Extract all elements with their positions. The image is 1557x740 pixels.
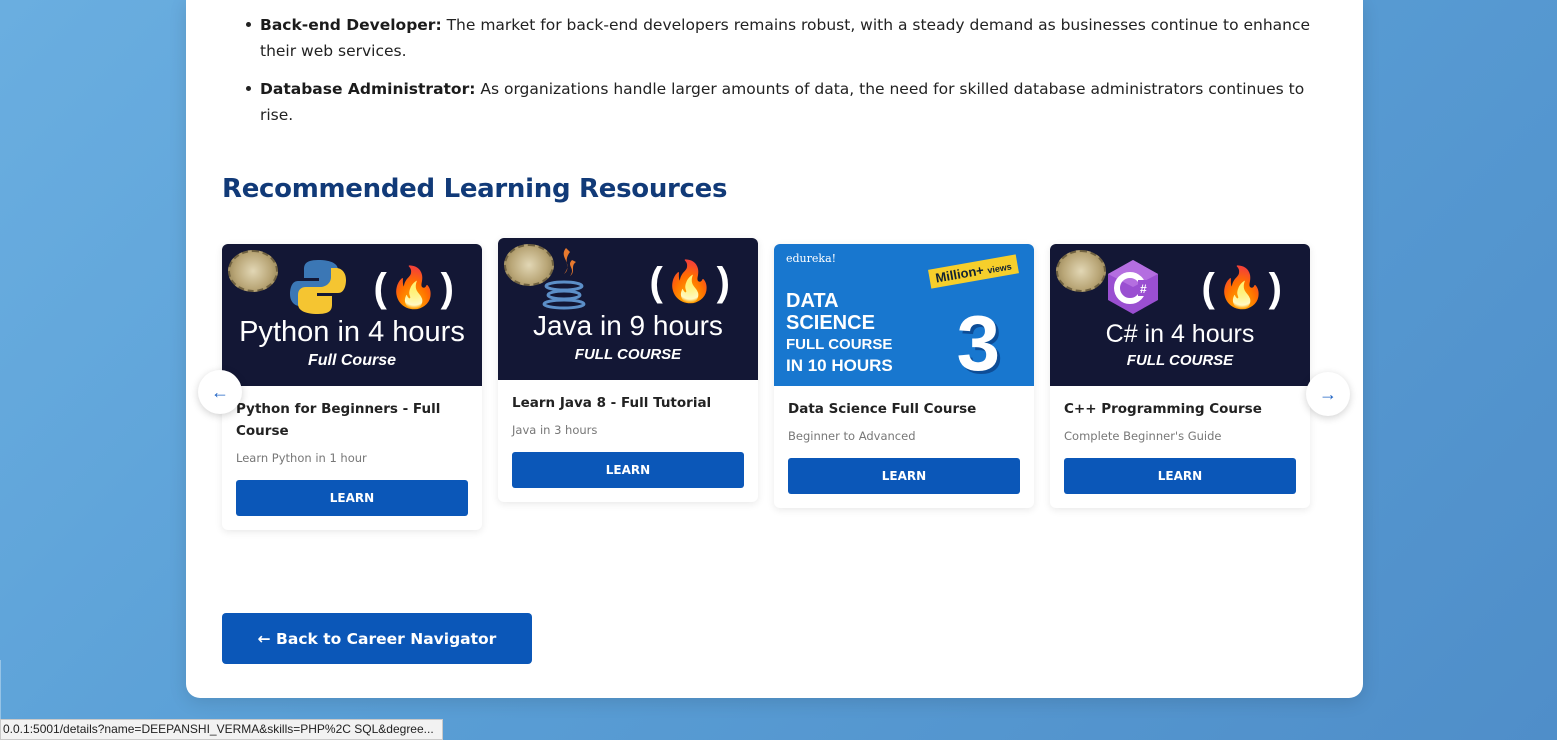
course-description: Complete Beginner's Guide <box>1064 429 1222 443</box>
list-item: Back-end Developer: The market for back-… <box>246 12 1326 64</box>
learn-button[interactable]: LEARN <box>512 452 744 488</box>
edureka-logo: edureka! <box>786 252 837 265</box>
course-title: Data Science Full Course <box>788 401 977 417</box>
three-million-numeral: 3 <box>956 299 1000 387</box>
learn-button[interactable]: LEARN <box>236 480 468 516</box>
list-item: Database Administrator: As organizations… <box>246 76 1326 128</box>
career-details-card: Back-end Developer: The market for back-… <box>186 0 1363 698</box>
carousel-next-button[interactable]: → <box>1306 372 1350 416</box>
svg-text:#: # <box>1140 282 1147 296</box>
course-card-java[interactable]: (🔥) Java in 9 hours FULL COURSE Learn Ja… <box>498 238 758 502</box>
course-thumbnail: (🔥) Python in 4 hours Full Course <box>222 244 482 386</box>
section-title: Recommended Learning Resources <box>222 174 728 204</box>
career-outlook-list: Back-end Developer: The market for back-… <box>246 12 1326 140</box>
million-views-badge: Million+ views <box>928 254 1019 289</box>
browser-status-bar: 0.0.1:5001/details?name=DEEPANSHI_VERMA&… <box>0 719 443 740</box>
course-thumbnail: edureka! Million+ views DATA SCIENCE FUL… <box>774 244 1034 387</box>
course-description: Beginner to Advanced <box>788 429 916 443</box>
thumbnail-subtitle: FULL COURSE <box>1126 352 1234 369</box>
course-thumbnail: (🔥) Java in 9 hours FULL COURSE <box>498 238 758 380</box>
views-label: views <box>986 261 1013 276</box>
csharp-logo-icon: # <box>1108 260 1158 314</box>
thumbnail-subtitle: FULL COURSE <box>574 346 682 363</box>
thumbnail-title: Java in 9 hours <box>533 310 723 341</box>
course-title: Python for Beginners - Full Course <box>236 401 441 439</box>
views-badge-icon <box>228 250 278 292</box>
learn-button[interactable]: LEARN <box>1064 458 1296 494</box>
thumbnail-line: SCIENCE <box>786 312 875 334</box>
fire-icon: (🔥) <box>649 260 732 304</box>
views-badge-icon <box>1056 250 1106 292</box>
resources-carousel: (🔥) Python in 4 hours Full Course Python… <box>198 236 1350 546</box>
thumbnail-title: Python in 4 hours <box>239 316 465 348</box>
back-to-career-navigator-button[interactable]: ← Back to Career Navigator <box>222 613 532 664</box>
thumbnail-line: DATA <box>786 290 839 312</box>
java-logo-icon <box>542 248 586 310</box>
course-title: C++ Programming Course <box>1064 401 1262 417</box>
course-thumbnail: # (🔥) C# in 4 hours FULL COURSE <box>1050 244 1310 386</box>
million-label: Million+ <box>934 262 985 286</box>
course-card-cpp[interactable]: # (🔥) C# in 4 hours FULL COURSE C++ Prog… <box>1050 244 1310 508</box>
learn-button[interactable]: LEARN <box>788 458 1020 494</box>
thumbnail-subtitle: Full Course <box>307 352 396 369</box>
carousel-prev-button[interactable]: ← <box>198 370 242 414</box>
thumbnail-line: FULL COURSE <box>786 336 893 353</box>
course-description: Learn Python in 1 hour <box>236 451 367 465</box>
course-title: Learn Java 8 - Full Tutorial <box>512 395 712 411</box>
fire-icon: (🔥) <box>373 266 456 310</box>
thumbnail-line: IN 10 HOURS <box>786 356 893 375</box>
course-description: Java in 3 hours <box>512 423 598 437</box>
course-card-data-science[interactable]: edureka! Million+ views DATA SCIENCE FUL… <box>774 244 1034 508</box>
thumbnail-title: C# in 4 hours <box>1105 320 1255 348</box>
fire-icon: (🔥) <box>1201 266 1284 310</box>
python-logo-icon <box>290 260 346 314</box>
bullet-heading: Database Administrator: <box>260 80 476 98</box>
course-card-python[interactable]: (🔥) Python in 4 hours Full Course Python… <box>222 244 482 530</box>
bullet-heading: Back-end Developer: <box>260 16 442 34</box>
